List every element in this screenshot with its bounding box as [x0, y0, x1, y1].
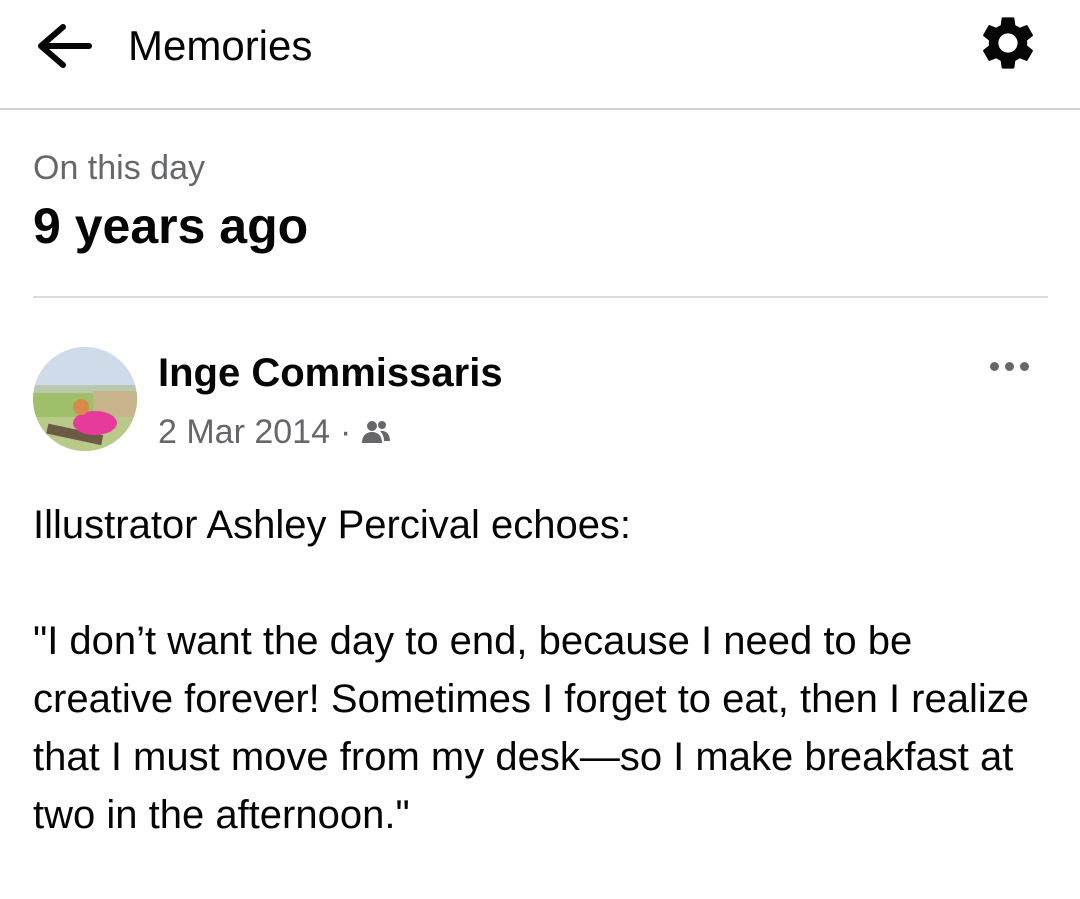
memories-screen: Memories On this day 9 years ago Inge Co…: [0, 0, 1080, 899]
page-title: Memories: [128, 22, 313, 69]
settings-button[interactable]: [970, 8, 1046, 78]
post-meta: 2 Mar 2014 ·: [158, 408, 391, 456]
back-button[interactable]: [30, 18, 96, 74]
gear-icon: [983, 17, 1033, 69]
avatar[interactable]: [33, 347, 137, 451]
more-options-button[interactable]: [978, 346, 1040, 386]
friends-icon[interactable]: [361, 419, 391, 445]
section-label: On this day: [33, 149, 205, 187]
section-heading: 9 years ago: [33, 198, 309, 254]
avatar-photo: [33, 347, 137, 451]
section-divider: [33, 296, 1048, 298]
more-options-dot: [1004, 361, 1014, 371]
arrow-left-icon: [38, 24, 92, 68]
more-options-dot: [1019, 361, 1029, 371]
post-text-intro: Illustrator Ashley Percival echoes:: [33, 503, 632, 547]
meta-separator: ·: [340, 413, 352, 451]
post-text-quote: "I don’t want the day to end, because I …: [33, 619, 1030, 837]
author-name[interactable]: Inge Commissaris: [158, 346, 503, 400]
post-date[interactable]: 2 Mar 2014: [158, 408, 330, 456]
more-options-icon: [989, 361, 999, 371]
top-bar: Memories: [0, 0, 1080, 110]
